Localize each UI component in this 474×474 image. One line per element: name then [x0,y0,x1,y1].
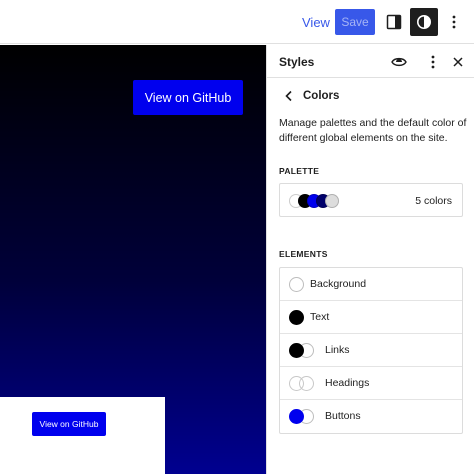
top-toolbar: View Save [0,0,474,44]
close-icon[interactable] [448,52,468,72]
element-item-links[interactable]: Links [280,334,462,367]
palette-swatches [289,194,349,208]
save-button[interactable]: Save [335,9,375,35]
styles-sidebar: Styles Colors Manage palettes and the de… [266,45,474,474]
view-button[interactable]: View [296,10,336,34]
panel-title: Colors [303,90,340,102]
half-circle-contrast-icon[interactable] [410,8,438,36]
github-button-small[interactable]: View on GitHub [32,412,106,436]
element-label: Buttons [325,410,361,422]
element-item-buttons[interactable]: Buttons [280,400,462,433]
color-indicator-empty [289,277,304,292]
element-label: Background [310,278,367,290]
color-indicator-black [289,343,304,358]
element-label: Links [325,344,350,356]
element-item-text[interactable]: Text [280,301,462,334]
color-indicator-black [289,310,304,325]
sidebar-icon[interactable] [381,9,407,35]
vertical-ellipsis-icon[interactable] [441,9,467,35]
palette-count: 5 colors [415,195,452,207]
color-indicator-blue [289,409,304,424]
sidebar-title: Styles [279,55,315,69]
element-item-headings[interactable]: Headings [280,367,462,400]
elements-label: Elements [279,249,328,259]
github-button-large[interactable]: View on GitHub [133,80,243,115]
sidebar-header: Styles [267,45,474,78]
swatch [325,194,339,208]
element-label: Text [310,311,330,323]
eye-icon[interactable] [389,52,409,72]
elements-list: Background Text Links Headings Buttons [279,267,463,434]
panel-description: Manage palettes and the default color of… [279,117,467,144]
palette-button[interactable]: 5 colors [279,183,463,217]
editor-canvas[interactable]: View on GitHub View on GitHub [0,45,266,474]
chevron-left-icon[interactable] [280,87,298,105]
element-label: Headings [325,377,370,389]
color-indicator-empty [299,376,314,391]
white-content-block: View on GitHub [0,397,165,474]
element-item-background[interactable]: Background [280,268,462,301]
palette-label: Palette [279,166,320,176]
vertical-ellipsis-icon[interactable] [423,52,443,72]
